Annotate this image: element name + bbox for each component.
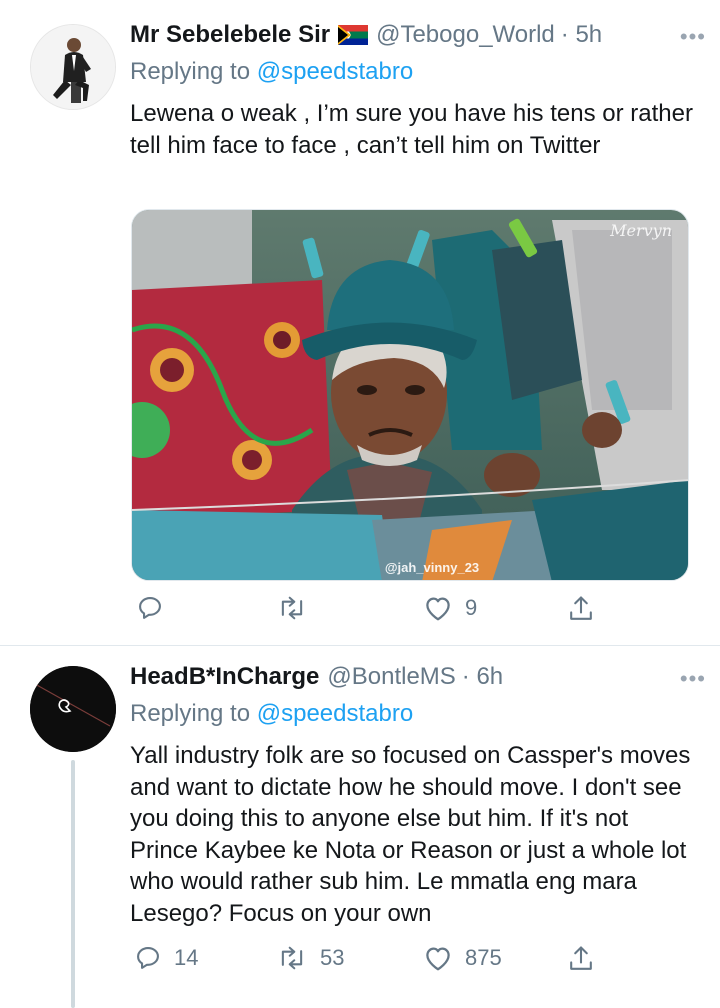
avatar-person-image xyxy=(31,25,115,109)
like-button[interactable]: 9 xyxy=(423,594,477,622)
author-handle[interactable]: @BontleMS xyxy=(327,663,455,691)
retweet-count: 53 xyxy=(320,945,345,970)
tweet-media-image[interactable]: Mervyn @jah_vinny_23 xyxy=(131,209,689,581)
more-icon[interactable]: ••• xyxy=(680,666,706,692)
tweet-header: HeadB*InCharge @BontleMS · 6h xyxy=(130,662,503,692)
retweet-button[interactable] xyxy=(276,594,320,622)
reply-button[interactable] xyxy=(136,594,176,622)
timestamp[interactable]: · 6h xyxy=(462,663,503,691)
author-name[interactable]: HeadB*InCharge xyxy=(130,663,319,691)
replying-to: Replying to @speedstabro xyxy=(130,58,413,86)
replying-mention-link[interactable]: @speedstabro xyxy=(257,58,413,85)
share-icon xyxy=(570,596,592,620)
avatar[interactable] xyxy=(30,24,116,110)
replying-mention-link[interactable]: @speedstabro xyxy=(257,700,413,727)
author-name[interactable]: Mr Sebelebele Sir xyxy=(130,21,330,49)
timestamp[interactable]: · 5h xyxy=(561,21,602,49)
watermark-top: Mervyn xyxy=(609,221,672,240)
reply-button[interactable]: 14 xyxy=(134,944,198,972)
more-icon[interactable]: ••• xyxy=(680,24,706,50)
reply-icon xyxy=(139,597,161,619)
avatar[interactable] xyxy=(30,666,116,752)
tweet[interactable]: Mr Sebelebele Sir @Tebogo_World · 5h •••… xyxy=(0,0,720,646)
like-count: 9 xyxy=(465,595,478,620)
avatar-dark-image xyxy=(30,666,116,752)
like-button[interactable]: 875 xyxy=(423,944,502,972)
south-africa-flag-icon xyxy=(338,25,369,45)
author-handle[interactable]: @Tebogo_World xyxy=(376,21,555,49)
meme-photo: Mervyn @jah_vinny_23 xyxy=(132,210,688,580)
like-icon xyxy=(426,597,450,621)
tweet-actions: 9 xyxy=(130,594,600,628)
reply-count: 14 xyxy=(174,945,199,970)
tweet-text: Yall industry folk are so focused on Cas… xyxy=(130,742,691,927)
watermark-bottom: @jah_vinny_23 xyxy=(385,560,479,575)
replying-prefix: Replying to xyxy=(130,700,251,727)
retweet-icon xyxy=(281,596,303,620)
like-icon xyxy=(426,947,450,971)
share-button[interactable] xyxy=(567,944,595,974)
thread-line xyxy=(71,760,75,1008)
tweet-actions: 14 53 875 xyxy=(130,944,600,978)
reply-icon xyxy=(137,947,159,969)
tweet-header: Mr Sebelebele Sir @Tebogo_World · 5h xyxy=(130,20,602,50)
share-button[interactable] xyxy=(567,594,595,624)
replying-prefix: Replying to xyxy=(130,58,251,85)
like-count: 875 xyxy=(465,945,502,970)
retweet-button[interactable]: 53 xyxy=(276,944,344,972)
tweet-text: Lewena o weak , I’m sure you have his te… xyxy=(130,100,693,159)
replying-to: Replying to @speedstabro xyxy=(130,700,413,728)
share-icon xyxy=(570,946,592,970)
retweet-icon xyxy=(281,946,303,970)
